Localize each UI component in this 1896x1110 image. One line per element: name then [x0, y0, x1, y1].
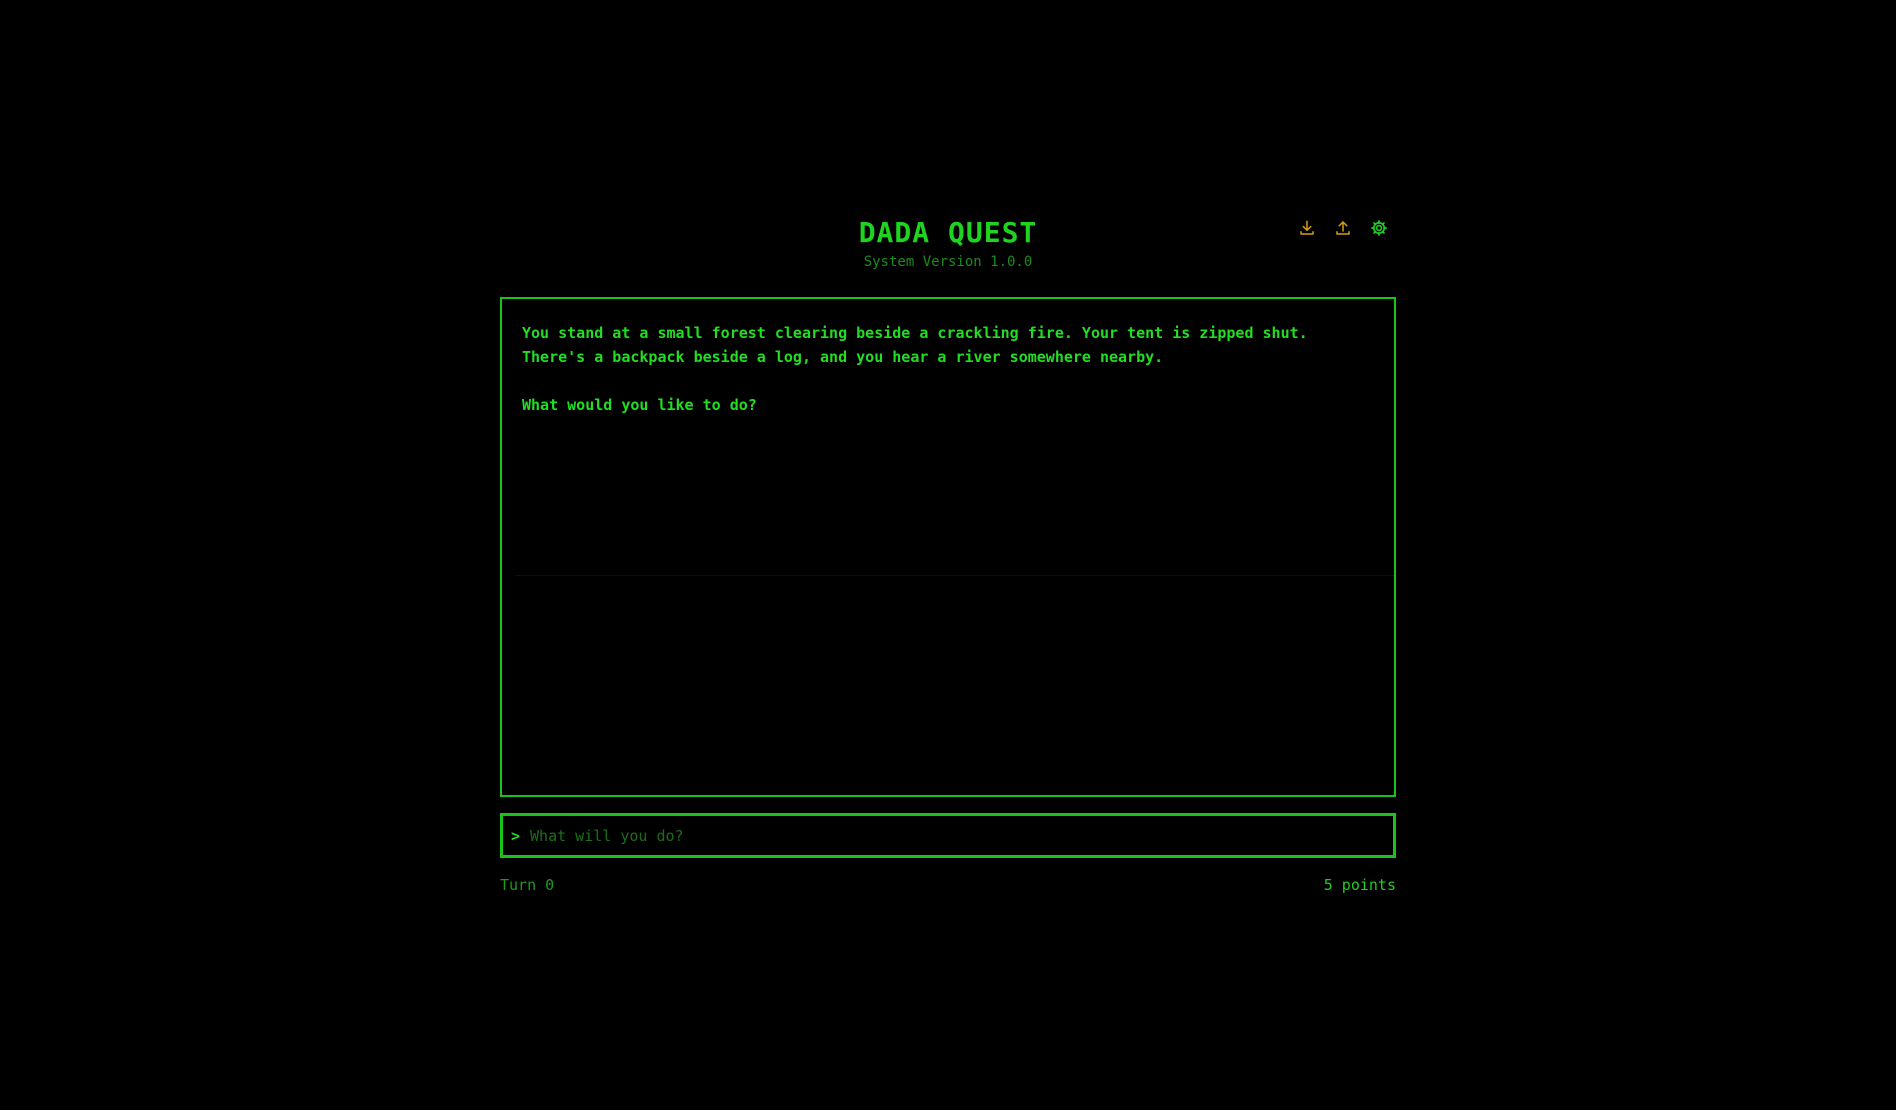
- download-icon: [1298, 219, 1316, 237]
- points-counter: 5 points: [1323, 876, 1396, 894]
- command-bar: >: [500, 813, 1396, 858]
- prompt-chevron-icon: >: [511, 826, 521, 845]
- story-paragraph: What would you like to do?: [522, 396, 757, 414]
- divider: [516, 575, 1394, 576]
- turn-counter: Turn 0: [500, 876, 555, 894]
- story-paragraph: You stand at a small forest clearing bes…: [522, 324, 1308, 366]
- gear-icon: [1370, 219, 1388, 237]
- command-input[interactable]: [528, 825, 1385, 846]
- game-title: DADA QUEST: [858, 216, 1038, 249]
- status-bar: Turn 0 5 points: [500, 876, 1396, 894]
- game-app: DADA QUEST System Version 1.0.0 You stan…: [500, 205, 1396, 894]
- system-version: System Version 1.0.0: [863, 254, 1033, 270]
- save-game-button[interactable]: [1296, 217, 1318, 239]
- settings-button[interactable]: [1368, 217, 1390, 239]
- story-log[interactable]: You stand at a small forest clearing bes…: [500, 297, 1396, 797]
- header: DADA QUEST System Version 1.0.0: [500, 205, 1396, 297]
- toolbar: [1296, 217, 1390, 239]
- load-game-button[interactable]: [1332, 217, 1354, 239]
- upload-icon: [1334, 219, 1352, 237]
